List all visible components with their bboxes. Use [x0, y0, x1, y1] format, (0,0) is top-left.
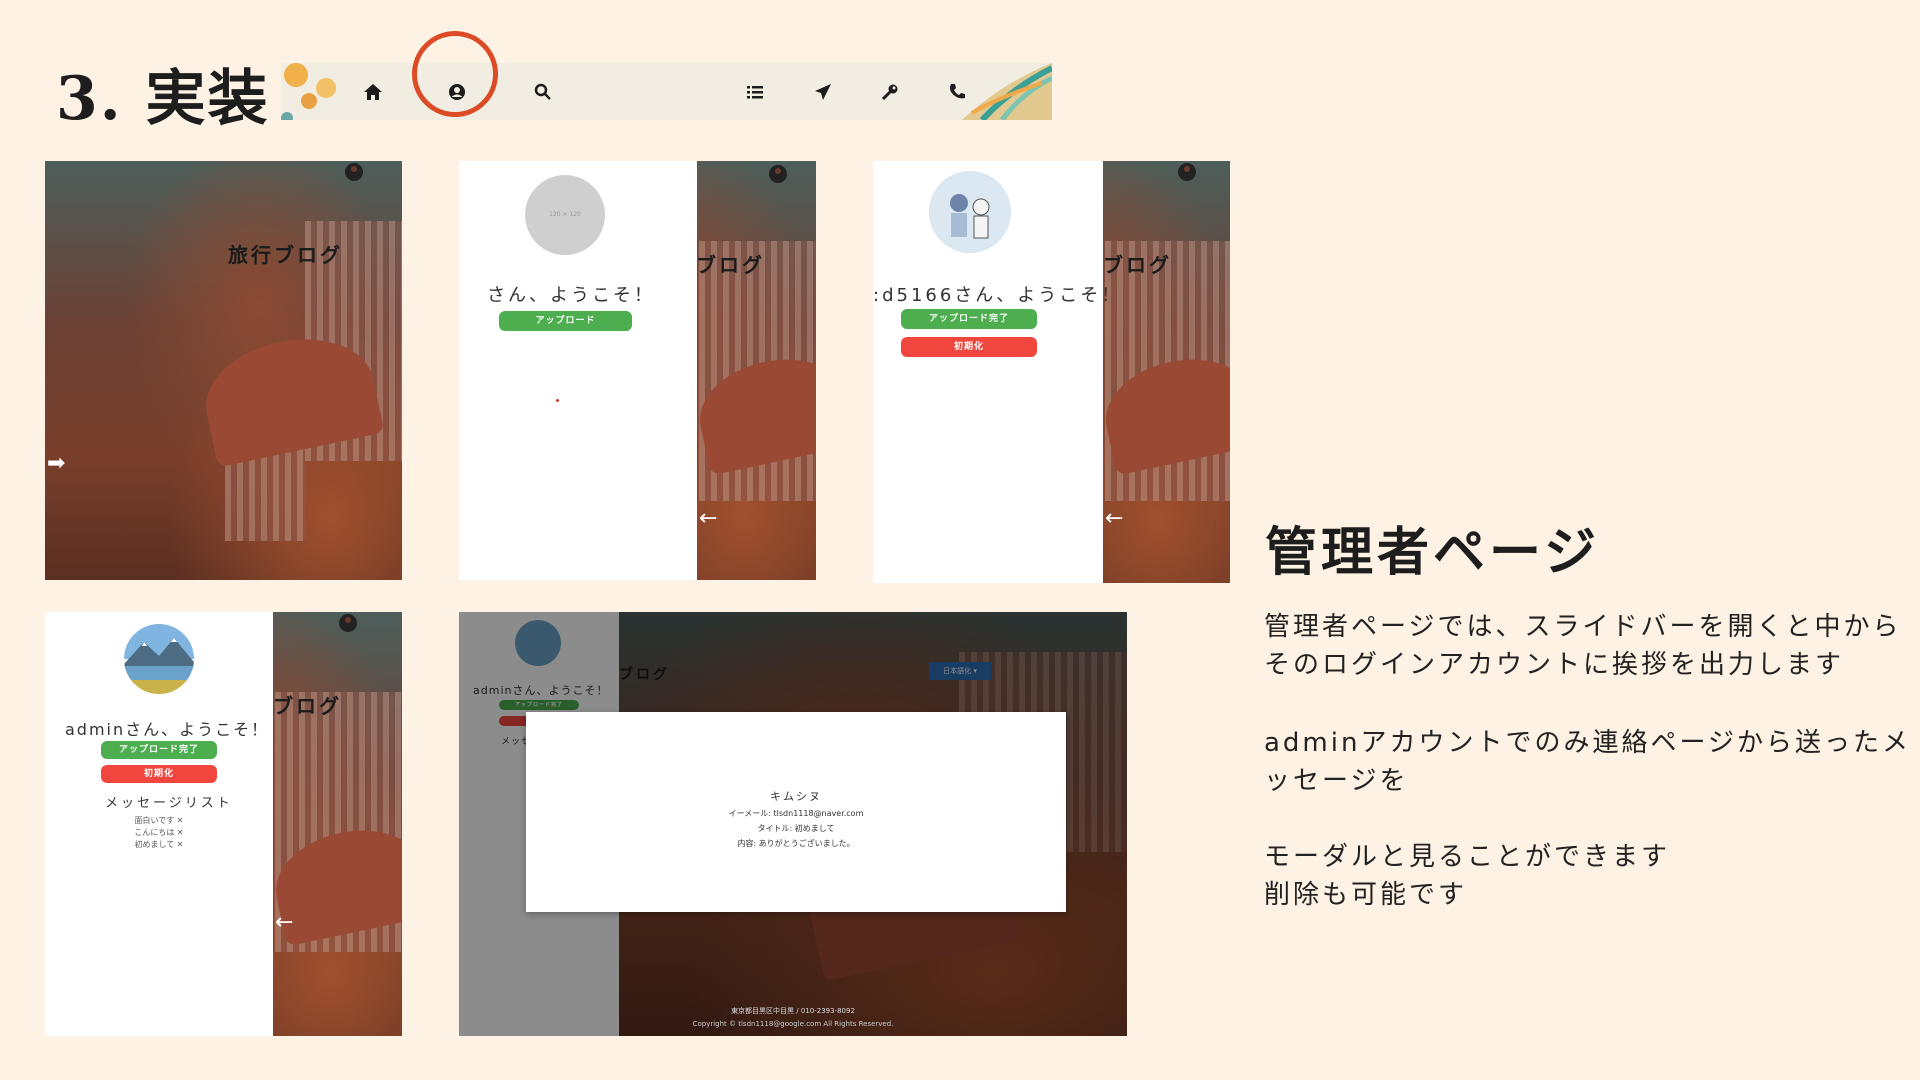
footer-address: 東京都目黒区中目黒 / 010-2393-8092 — [731, 1007, 855, 1015]
description-line: 管理者ページでは、スライドバーを開くと中から — [1264, 612, 1902, 642]
message-item[interactable]: 面白いです ✕ — [45, 815, 273, 827]
leaf-decoration-right — [962, 63, 1052, 120]
screenshot-blog-home: 旅行ブログ ➡ — [45, 161, 402, 580]
greeting-text: さん、ようこそ！ — [487, 285, 655, 306]
navbar — [281, 63, 1052, 120]
modal-content: 内容: ありがとうございました。 — [737, 839, 855, 848]
description-paragraph-1: 管理者ページでは、スライドバーを開くと中から そのログインアカウントに挨拶を出力… — [1264, 608, 1901, 684]
greeting-text: :d5166さん、ようこそ！ — [873, 285, 1123, 306]
upload-done-button[interactable]: アップロード完了 — [901, 309, 1037, 329]
user-icon[interactable] — [345, 163, 363, 181]
user-icon[interactable] — [1178, 163, 1196, 181]
list-icon[interactable] — [740, 77, 770, 107]
close-sidebar-arrow-icon[interactable]: ← — [699, 506, 717, 531]
sidebar-panel: 120 × 120 さん、ようこそ！ アップロード — [459, 161, 697, 580]
message-item[interactable]: こんにちは ✕ — [45, 827, 273, 839]
description-line: adminアカウントでのみ連絡ページから送ったメ — [1264, 728, 1911, 758]
key-icon[interactable] — [875, 77, 905, 107]
close-sidebar-arrow-icon[interactable]: ← — [1105, 506, 1123, 531]
screenshot-sidebar-before-upload: ブログ ← 120 × 120 さん、ようこそ！ アップロード — [459, 161, 816, 580]
modal-sender-name: キムシヌ — [770, 790, 822, 803]
sidebar-panel: adminさん、ようこそ！ アップロード完了 初期化 メッセージリスト 面白いで… — [45, 612, 273, 1036]
message-list: 面白いです ✕ こんにちは ✕ 初めまして ✕ — [45, 815, 273, 851]
upload-button[interactable]: アップロード — [499, 311, 632, 331]
avatar-image[interactable] — [124, 624, 194, 694]
description-line: モーダルと見ることができます — [1264, 842, 1671, 872]
avatar-landscape — [124, 624, 194, 694]
message-item[interactable]: 初めまして ✕ — [45, 839, 273, 851]
home-icon[interactable] — [358, 77, 388, 107]
avatar-image[interactable] — [929, 171, 1011, 253]
description-paragraph-3: モーダルと見ることができます 削除も可能です — [1264, 838, 1670, 914]
description-line: ッセージを — [1264, 766, 1409, 796]
message-modal: キムシヌ イーメール: tlsdn1118@naver.com タイトル: 初め… — [526, 712, 1066, 912]
blog-title-partial: ブログ — [273, 694, 342, 718]
message-list-title: メッセージリスト — [105, 796, 233, 811]
user-icon[interactable] — [769, 165, 787, 183]
blog-title: 旅行ブログ — [228, 243, 343, 267]
send-icon[interactable] — [808, 77, 838, 107]
description-line: 削除も可能です — [1264, 880, 1468, 910]
modal-subject: タイトル: 初めまして — [757, 824, 835, 833]
section-heading: 管理者ページ — [1265, 523, 1600, 583]
avatar-placeholder[interactable]: 120 × 120 — [525, 175, 605, 255]
blog-title-partial: ブログ — [696, 253, 765, 277]
avatar-illustration — [929, 171, 1011, 253]
sidebar-panel: :d5166さん、ようこそ！ アップロード完了 初期化 — [873, 161, 1119, 583]
reset-button[interactable]: 初期化 — [101, 765, 217, 783]
screenshot-sidebar-user: ブログ ← :d5166さん、ようこそ！ アップロード完了 初期化 — [873, 161, 1230, 583]
close-sidebar-arrow-icon[interactable]: ← — [275, 910, 293, 935]
open-sidebar-arrow-icon[interactable]: ➡ — [47, 451, 65, 476]
description-paragraph-2: adminアカウントでのみ連絡ページから送ったメ ッセージを — [1264, 724, 1911, 800]
avatar-placeholder-label: 120 × 120 — [549, 211, 581, 218]
screenshot-message-modal: adminさん、ようこそ！ アップロード完了 メッセ ブログ 日本語化 ▾ キム… — [459, 612, 1127, 1036]
blog-title-partial: ブログ — [1103, 253, 1172, 277]
reset-button[interactable]: 初期化 — [901, 337, 1037, 357]
modal-email: イーメール: tlsdn1118@naver.com — [728, 809, 864, 818]
floral-decoration-left — [281, 63, 336, 120]
footer-copyright: Copyright © tlsdn1118@google.com All Rig… — [692, 1020, 894, 1028]
slide-title: 3. 実装 — [56, 64, 270, 134]
user-icon[interactable] — [339, 614, 357, 632]
highlight-ring — [412, 31, 498, 117]
loading-dot — [556, 399, 559, 402]
search-icon[interactable] — [528, 77, 558, 107]
description-line: そのログインアカウントに挨拶を出力します — [1264, 650, 1845, 680]
upload-done-button[interactable]: アップロード完了 — [101, 741, 217, 759]
greeting-text: adminさん、ようこそ！ — [65, 720, 270, 739]
screenshot-sidebar-admin: ブログ ← adminさん、ようこそ！ アップロード完了 初期化 メッセージリス… — [45, 612, 402, 1036]
